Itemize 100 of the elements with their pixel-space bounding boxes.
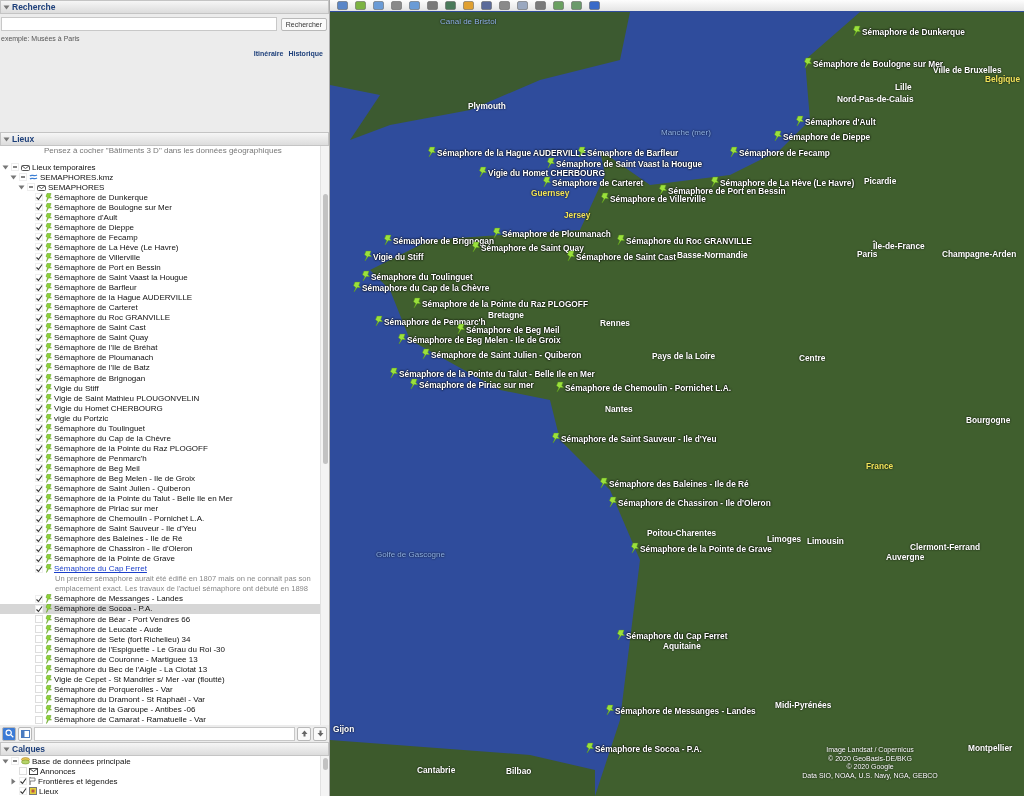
- search-field[interactable]: [1, 17, 277, 31]
- checkbox[interactable]: [35, 303, 43, 312]
- checkbox[interactable]: [35, 223, 43, 232]
- placemark-label[interactable]: Sémaphore de Messanges - Landes: [615, 705, 756, 715]
- tree-row[interactable]: Sémaphore de Socoa - P.A.: [0, 603, 320, 614]
- placemark-link[interactable]: Sémaphore du Cap Ferret: [54, 564, 147, 574]
- tree-row[interactable]: Lieux temporaires: [0, 162, 320, 173]
- placemark-label[interactable]: Sémaphore de Dieppe: [783, 131, 871, 141]
- checkbox[interactable]: [19, 777, 27, 785]
- move-up-button[interactable]: [297, 726, 311, 741]
- placemark-label[interactable]: Sémaphore du Cap de la Chèvre: [362, 282, 490, 292]
- checkbox[interactable]: [35, 454, 43, 463]
- tree-row[interactable]: Sémaphore du Cap de la Chèvre: [0, 433, 320, 444]
- placemark-label[interactable]: Sémaphore du Toulinguet: [371, 271, 473, 281]
- checkbox[interactable]: [35, 464, 43, 473]
- checkbox[interactable]: [35, 424, 43, 433]
- checkbox[interactable]: [35, 504, 43, 513]
- tree-row[interactable]: Sémaphore de la Hague AUDERVILLE: [0, 292, 320, 303]
- checkbox[interactable]: [35, 434, 43, 443]
- checkbox[interactable]: [35, 233, 43, 242]
- checkbox[interactable]: [35, 203, 43, 212]
- tree-row[interactable]: Sémaphore de Boulogne sur Mer: [0, 202, 320, 213]
- tree-row[interactable]: Sémaphore de l'Ile de Batz: [0, 362, 320, 373]
- tree-row[interactable]: Sémaphore de Saint Quay: [0, 332, 320, 343]
- placemark-label[interactable]: Sémaphore de Saint Sauveur - Ile d'Yeu: [561, 433, 717, 443]
- tree-row[interactable]: Sémaphore de Messanges - Landes: [0, 593, 320, 604]
- tree-row[interactable]: Sémaphore de Fecamp: [0, 232, 320, 243]
- checkbox[interactable]: [35, 494, 43, 503]
- checkbox[interactable]: [35, 374, 43, 382]
- tree-row[interactable]: Sémaphore de Beg Meil: [0, 463, 320, 474]
- tree-row[interactable]: Sémaphore du Bec de l'Aigle - La Ciotat 13: [0, 664, 320, 675]
- checkbox[interactable]: [35, 253, 43, 262]
- tree-row[interactable]: Sémaphore du Cap Ferret: [0, 563, 320, 574]
- panel-header[interactable]: Lieux: [0, 132, 329, 146]
- tree-row[interactable]: Sémaphore de Penmarc'h: [0, 453, 320, 464]
- tree-row[interactable]: Sémaphore de Chemoulin - Pornichet L.A.: [0, 513, 320, 524]
- checkbox[interactable]: [35, 213, 43, 222]
- expanded-triangle-icon[interactable]: [18, 183, 25, 191]
- panel-header[interactable]: Calques: [0, 742, 329, 756]
- checkbox[interactable]: [35, 484, 43, 493]
- tree-row[interactable]: Sémaphore de Beg Melen - Ile de Groix: [0, 473, 320, 484]
- tree-row[interactable]: Sémaphore de Ploumanach: [0, 352, 320, 363]
- checkbox[interactable]: [35, 444, 43, 453]
- placemark-label[interactable]: Sémaphore de Penmarc'h: [384, 316, 486, 326]
- tree-row[interactable]: Sémaphore de Piriac sur mer: [0, 503, 320, 514]
- placemark-label[interactable]: Sémaphore de Piriac sur mer: [419, 379, 534, 389]
- placemark-label[interactable]: Sémaphore de Dunkerque: [862, 26, 965, 36]
- tree-row[interactable]: Sémaphore de Saint Vaast la Hougue: [0, 272, 320, 283]
- checkbox[interactable]: [35, 474, 43, 483]
- tree-row[interactable]: Sémaphore du Toulinguet: [0, 423, 320, 434]
- placemark-label[interactable]: Vigie du Stiff: [373, 251, 424, 261]
- placemark-label[interactable]: Sémaphore de Beg Melen - Ile de Groix: [407, 334, 561, 344]
- checkbox[interactable]: [35, 384, 43, 393]
- placemark-label[interactable]: Vigie du Homet CHERBOURG: [488, 167, 605, 177]
- checkbox[interactable]: [35, 293, 43, 302]
- placemark-label[interactable]: Sémaphore de Saint Julien - Quiberon: [431, 349, 582, 359]
- filter-field[interactable]: [34, 726, 295, 741]
- placemark-label[interactable]: Sémaphore de Ploumanach: [502, 228, 611, 238]
- scrollbar-thumb[interactable]: [322, 194, 328, 464]
- collapsed-triangle-icon[interactable]: [10, 777, 17, 785]
- checkbox[interactable]: [35, 564, 43, 573]
- placemark-label[interactable]: Sémaphore de Fecamp: [739, 147, 830, 157]
- tree-row[interactable]: Sémaphore de Béar - Port Vendres 66: [0, 614, 320, 625]
- tree-row[interactable]: SEMAPHORES.kmz: [0, 172, 320, 183]
- tree-row[interactable]: Sémaphore de Dieppe: [0, 222, 320, 233]
- tree-row[interactable]: Vigie de Cepet - St Mandrier s/ Mer -var (floutté): [0, 674, 320, 685]
- tree-row[interactable]: Sémaphore de Couronne - Martiguee 13: [0, 654, 320, 665]
- expanded-triangle-icon[interactable]: [3, 745, 10, 753]
- tree-row[interactable]: vigie du Portzic: [0, 413, 320, 424]
- checkbox[interactable]: [35, 243, 43, 252]
- checkbox[interactable]: [35, 594, 43, 603]
- tree-row[interactable]: Sémaphore de Saint Cast: [0, 322, 320, 333]
- expanded-triangle-icon[interactable]: [10, 173, 17, 181]
- placemark-label[interactable]: Sémaphore de Socoa - P.A.: [595, 743, 702, 753]
- tree-row[interactable]: Sémaphore de Saint Sauveur - Ile d'Yeu: [0, 523, 320, 534]
- tree-row[interactable]: Sémaphore de Dunkerque: [0, 192, 320, 203]
- tree-row[interactable]: Sémaphore de Carteret: [0, 302, 320, 313]
- tree-row[interactable]: Sémaphore de Barfleur: [0, 282, 320, 293]
- placemark-label[interactable]: Sémaphore de Barfleur: [587, 147, 679, 157]
- tree-row[interactable]: Base de données principale: [0, 756, 320, 766]
- checkbox[interactable]: [35, 414, 43, 423]
- tree-row[interactable]: Sémaphore de l'Ile de Bréhat: [0, 342, 320, 353]
- tree-row[interactable]: Sémaphore de Villerville: [0, 252, 320, 263]
- checkbox[interactable]: [35, 313, 43, 322]
- placemark-label[interactable]: Sémaphore de la Pointe de Grave: [640, 543, 772, 553]
- tree-row[interactable]: Sémaphore de Sete (fort Richelieu) 34: [0, 634, 320, 645]
- checkbox[interactable]: [35, 193, 43, 202]
- placemark-label[interactable]: Sémaphore de Chemoulin - Pornichet L.A.: [565, 382, 731, 392]
- checkbox[interactable]: [19, 787, 27, 795]
- tree-row[interactable]: Sémaphore de la Pointe du Raz PLOGOFF: [0, 443, 320, 454]
- placemark-label[interactable]: Sémaphore du Cap Ferret: [626, 630, 728, 640]
- placemark-label[interactable]: Sémaphore de la Pointe du Raz PLOGOFF: [422, 298, 588, 308]
- tree-row[interactable]: Sémaphore de l'Espiguette - Le Grau du Roi -30: [0, 644, 320, 655]
- checkbox[interactable]: [35, 524, 43, 533]
- tree-row[interactable]: Sémaphore de La Hève (Le Havre): [0, 242, 320, 253]
- move-down-button[interactable]: [313, 726, 327, 741]
- checkbox[interactable]: [35, 363, 43, 372]
- panel-toggle-button[interactable]: [18, 726, 32, 741]
- placemark-label[interactable]: Sémaphore de Brignogan: [393, 235, 494, 245]
- expanded-triangle-icon[interactable]: [3, 135, 10, 143]
